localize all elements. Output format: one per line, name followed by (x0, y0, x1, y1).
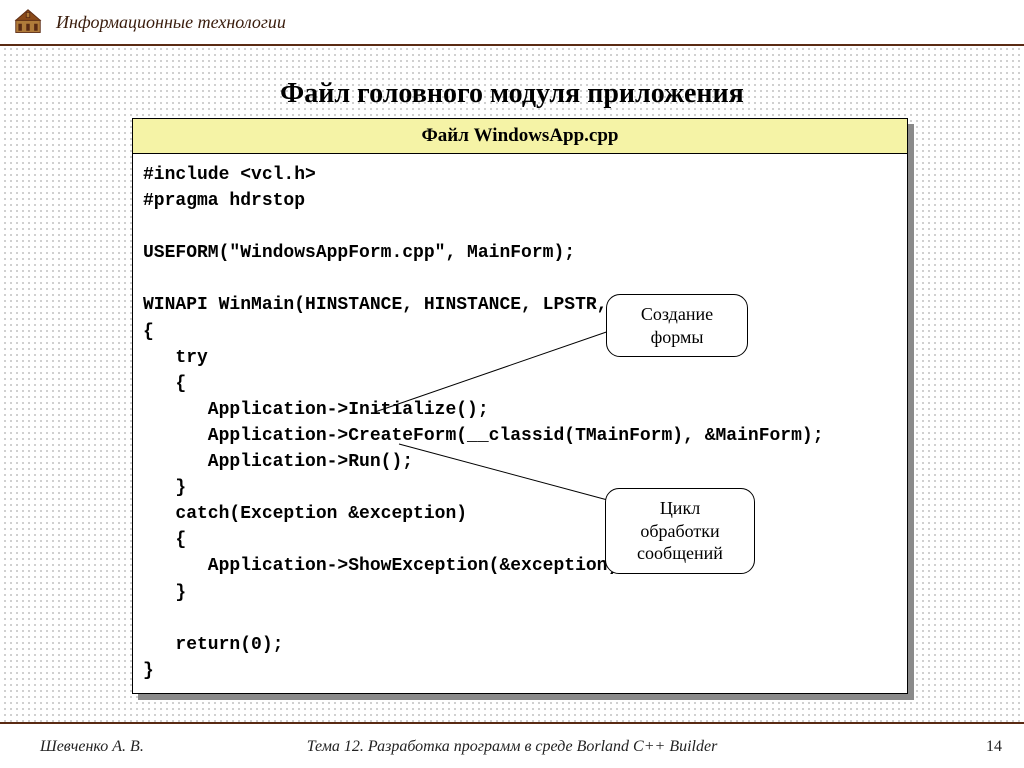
footer-bar: Шевченко А. В. Тема 12. Разработка прогр… (0, 722, 1024, 768)
callout-message-loop: Цикл обработки сообщений (605, 488, 755, 574)
footer-page-number: 14 (986, 738, 1002, 756)
code-block: #include <vcl.h> #pragma hdrstop USEFORM… (133, 154, 907, 692)
callout-text: Цикл обработки сообщений (637, 498, 723, 563)
slide-title: Файл головного модуля приложения (0, 78, 1024, 110)
code-panel: Файл WindowsApp.cpp #include <vcl.h> #pr… (132, 118, 908, 694)
footer-topic: Тема 12. Разработка программ в среде Bor… (0, 738, 1024, 756)
code-panel-shadow: Файл WindowsApp.cpp #include <vcl.h> #pr… (138, 124, 914, 700)
slide-page: Информационные технологии Файл головного… (0, 0, 1024, 768)
code-panel-title: Файл WindowsApp.cpp (133, 119, 907, 154)
course-title: Информационные технологии (56, 12, 286, 33)
callout-create-form: Создание формы (606, 294, 748, 357)
university-logo-icon (14, 8, 42, 36)
callout-text: Создание формы (641, 304, 713, 347)
header-bar: Информационные технологии (0, 0, 1024, 46)
